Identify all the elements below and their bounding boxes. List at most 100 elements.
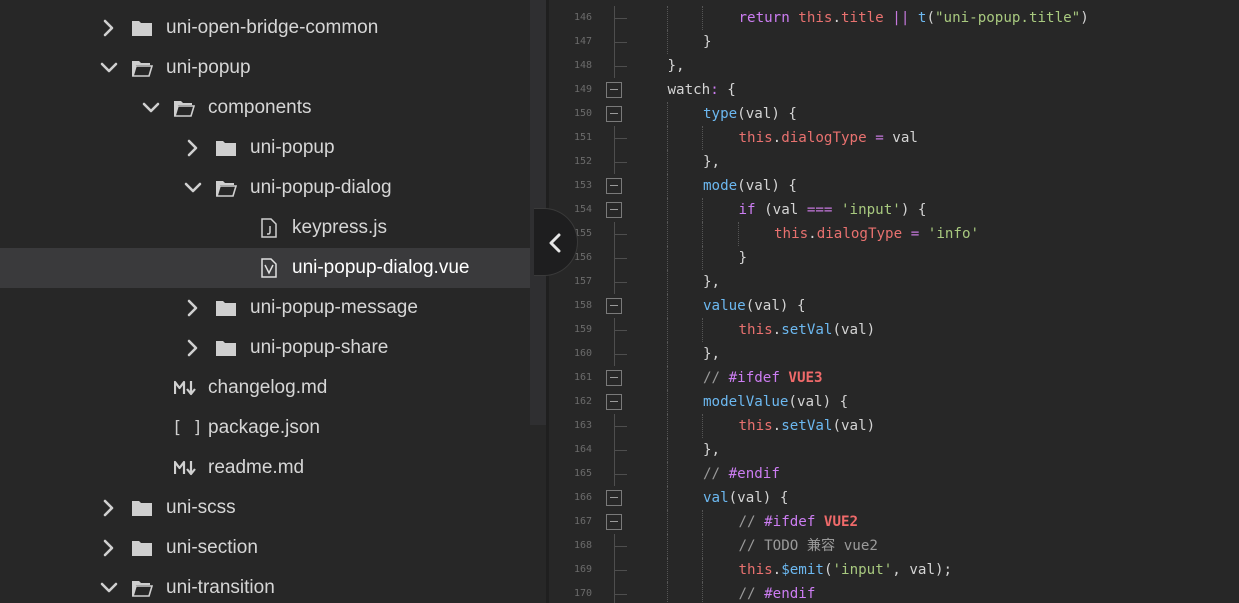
code-token: #endif <box>728 466 780 482</box>
code-token: this <box>774 226 809 242</box>
code-line[interactable]: 169 this.$emit('input', val); <box>549 558 1239 582</box>
code-line[interactable]: 159 this.setVal(val) <box>549 318 1239 342</box>
collapse-folder-toggle[interactable] <box>100 59 118 77</box>
line-number: 160 <box>573 348 592 359</box>
expand-folder-toggle[interactable] <box>184 339 202 357</box>
tree-folder-row[interactable]: uni-popup <box>0 128 530 168</box>
code-line[interactable]: 166 val(val) { <box>549 486 1239 510</box>
tree-file-row[interactable]: [ ] package.json <box>0 408 530 448</box>
tree-file-row[interactable]: changelog.md <box>0 368 530 408</box>
tree-item-label: uni-popup-message <box>250 297 418 318</box>
fold-toggle[interactable] <box>606 178 622 194</box>
code-line[interactable]: 149 watch: { <box>549 78 1239 102</box>
code-line[interactable]: 161 // #ifdef VUE3 <box>549 366 1239 390</box>
code-line[interactable]: 158 value(val) { <box>549 294 1239 318</box>
code-token: ( <box>926 10 936 26</box>
indent-guide <box>737 222 739 246</box>
collapse-folder-toggle[interactable] <box>184 179 202 197</box>
code-text: // #ifdef VUE2 <box>739 510 859 534</box>
indent-guide <box>702 246 703 270</box>
indent-guide <box>702 198 703 222</box>
fold-toggle[interactable] <box>606 82 622 98</box>
code-token: watch <box>667 82 711 98</box>
collapse-folder-toggle[interactable] <box>100 579 118 597</box>
code-line[interactable]: 168 // TODO 兼容 vue2 <box>549 534 1239 558</box>
fold-guide-tick <box>614 66 627 67</box>
code-text: this.dialogType = val <box>739 126 918 150</box>
markdown-glyph <box>173 460 196 476</box>
tree-folder-row[interactable]: uni-transition <box>0 568 530 603</box>
code-line[interactable]: 152}, <box>549 150 1239 174</box>
tree-folder-row[interactable]: uni-open-bridge-common <box>0 8 530 48</box>
code-token: }, <box>703 442 721 458</box>
code-text: this.setVal(val) <box>739 414 876 438</box>
code-line[interactable]: 163 this.setVal(val) <box>549 414 1239 438</box>
code-token: = <box>875 130 884 146</box>
code-line[interactable]: 164}, <box>549 438 1239 462</box>
json-file-icon: [ ] <box>172 418 203 438</box>
expand-folder-toggle[interactable] <box>100 539 118 557</box>
code-line[interactable]: 150 type(val) { <box>549 102 1239 126</box>
tree-folder-row[interactable]: uni-section <box>0 528 530 568</box>
code-token: (val) { <box>788 394 849 410</box>
code-token: // TODO 兼容 vue2 <box>738 538 878 554</box>
code-line[interactable]: 165 // #endif <box>549 462 1239 486</box>
line-number: 158 <box>573 300 592 311</box>
fold-toggle[interactable] <box>606 106 622 122</box>
code-line[interactable]: 154 if (val === 'input') { <box>549 198 1239 222</box>
indent-guide <box>666 198 668 222</box>
code-editor[interactable]: 146 return this.title || t("uni-popup.tit… <box>549 0 1239 603</box>
expand-folder-toggle[interactable] <box>184 139 202 157</box>
code-line[interactable]: 146 return this.title || t("uni-popup.tit… <box>549 6 1239 30</box>
chevron-right-icon <box>187 139 198 157</box>
tree-file-row[interactable]: uni-popup-dialog.vue <box>0 248 530 288</box>
code-line[interactable]: 160}, <box>549 342 1239 366</box>
file-tree: uni-open-bridge-common uni-popup component… <box>0 0 530 603</box>
folder-open-glyph <box>131 581 154 597</box>
code-line[interactable]: 167 // #ifdef VUE2 <box>549 510 1239 534</box>
code-line[interactable]: 151 this.dialogType = val <box>549 126 1239 150</box>
tree-folder-row[interactable]: uni-popup <box>0 48 530 88</box>
fold-toggle[interactable] <box>606 394 622 410</box>
code-line[interactable]: 162 modelValue(val) { <box>549 390 1239 414</box>
markdown-glyph <box>173 380 196 396</box>
code-line[interactable]: 170 // #endif <box>549 582 1239 603</box>
code-token: (val) { <box>728 490 789 506</box>
tree-folder-row[interactable]: components <box>0 88 530 128</box>
tree-file-row[interactable]: readme.md <box>0 448 530 488</box>
line-number: 148 <box>573 60 592 71</box>
code-text: if (val === 'input') { <box>739 198 927 222</box>
indent-guide <box>666 294 668 318</box>
code-line[interactable]: 148}, <box>549 54 1239 78</box>
fold-toggle[interactable] <box>606 370 622 386</box>
tree-folder-row[interactable]: uni-popup-message <box>0 288 530 328</box>
code-token: }, <box>667 58 685 74</box>
tree-folder-row[interactable]: uni-popup-share <box>0 328 530 368</box>
expand-folder-toggle[interactable] <box>184 299 202 317</box>
code-line[interactable]: 147} <box>549 30 1239 54</box>
collapse-folder-toggle[interactable] <box>142 99 160 117</box>
indent-guide <box>702 318 703 342</box>
chevron-right-icon <box>103 539 114 557</box>
code-token: type <box>703 106 738 122</box>
tree-file-row[interactable]: keypress.js <box>0 208 530 248</box>
code-token: (val) <box>832 322 876 338</box>
tree-folder-row[interactable]: uni-popup-dialog <box>0 168 530 208</box>
code-token: this <box>798 10 833 26</box>
code-line[interactable]: 157}, <box>549 270 1239 294</box>
code-line[interactable]: 156} <box>549 246 1239 270</box>
code-line[interactable]: 155 this.dialogType = 'info' <box>549 222 1239 246</box>
tree-folder-row[interactable]: uni-scss <box>0 488 530 528</box>
js-file-glyph <box>261 218 277 238</box>
tree-item-label: changelog.md <box>208 377 328 398</box>
code-line[interactable]: 153 mode(val) { <box>549 174 1239 198</box>
expand-folder-toggle[interactable] <box>100 19 118 37</box>
fold-toggle[interactable] <box>606 298 622 314</box>
fold-toggle[interactable] <box>606 514 622 530</box>
fold-toggle[interactable] <box>606 490 622 506</box>
code-text: }, <box>668 54 685 78</box>
chevron-down-icon <box>142 102 160 113</box>
expand-folder-toggle[interactable] <box>100 499 118 517</box>
fold-toggle[interactable] <box>606 202 622 218</box>
